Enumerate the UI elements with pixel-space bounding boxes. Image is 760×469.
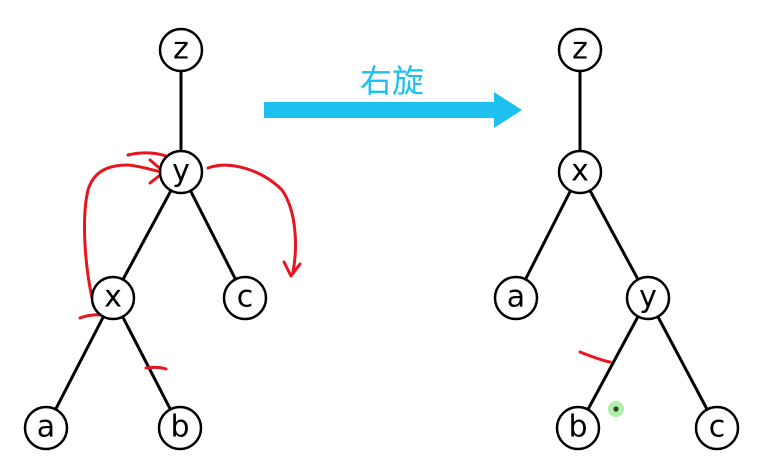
rotation-arrow-shaft — [264, 102, 496, 118]
right-tree-edges — [514, 50, 719, 429]
right-node-x: x — [557, 149, 603, 195]
cursor-highlight — [608, 401, 624, 417]
annotation-cut-right-b-edge — [578, 350, 612, 364]
left-node-a-label: a — [37, 410, 55, 445]
left-node-b-label: b — [170, 410, 189, 445]
annotation-top-stroke — [126, 151, 168, 158]
left-node-x: x — [90, 275, 136, 321]
left-node-y-label: y — [172, 154, 190, 189]
rotation-annotations — [78, 151, 612, 371]
annotation-cut-b-edge — [144, 365, 168, 371]
right-node-a: a — [493, 275, 539, 321]
left-node-y: y — [158, 149, 204, 195]
rotation-label: 右旋 — [360, 62, 424, 100]
right-node-a-label: a — [507, 280, 525, 315]
rotation-diagram: 右旋 z y x c a b z x a y b c — [0, 0, 760, 469]
left-node-x-label: x — [104, 280, 122, 315]
annotation-arrow-y-to-c — [206, 163, 297, 274]
rotation-arrow: 右旋 — [264, 62, 522, 128]
cursor-dot — [613, 406, 619, 412]
left-node-b: b — [157, 405, 203, 451]
left-node-z: z — [158, 27, 204, 73]
right-node-b-label: b — [568, 410, 587, 445]
right-node-z-label: z — [572, 32, 588, 67]
left-node-c: c — [222, 275, 268, 321]
left-node-a: a — [23, 405, 69, 451]
left-tree-edges — [44, 50, 247, 429]
left-node-c-label: c — [237, 280, 254, 315]
right-node-c: c — [694, 405, 740, 451]
left-node-z-label: z — [173, 32, 189, 67]
tree-rotation-svg: 右旋 z y x c a b z x a y b c — [23, 27, 740, 451]
right-node-x-label: x — [571, 154, 589, 189]
right-node-y-label: y — [639, 280, 657, 315]
right-node-y: y — [625, 275, 671, 321]
right-node-b: b — [555, 405, 601, 451]
right-node-c-label: c — [709, 410, 726, 445]
rotation-arrow-head — [494, 92, 522, 128]
annotation-arrowhead-y-to-c — [282, 260, 302, 278]
right-node-z: z — [557, 27, 603, 73]
